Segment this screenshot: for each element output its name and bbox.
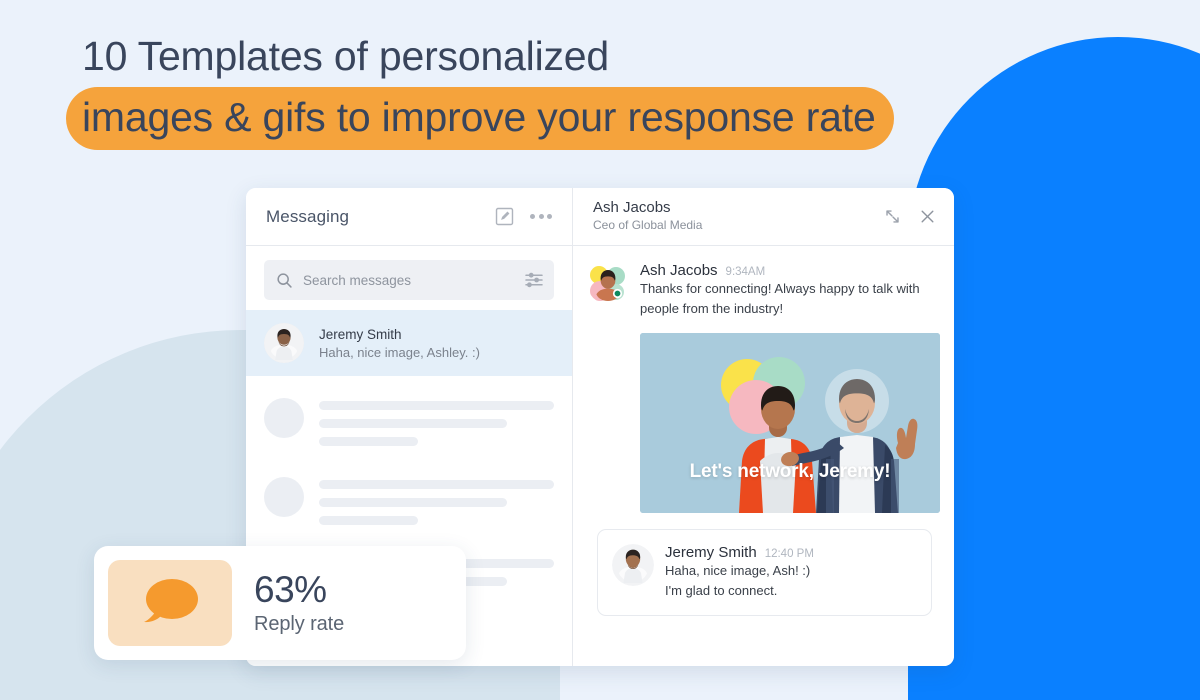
thread-panel: Ash Jacobs Ceo of Global Media Ash Jacob…	[573, 188, 954, 666]
shared-image-card[interactable]: Let's network, Jeremy!	[640, 332, 940, 513]
placeholder-lines	[319, 477, 554, 534]
thread-contact-name: Ash Jacobs	[593, 199, 671, 217]
message-texts: Ash Jacobs 9:34AM Thanks for connecting!…	[640, 262, 940, 319]
message-timestamp: 9:34AM	[725, 266, 766, 278]
conversation-item-jeremy-smith[interactable]: Jeremy Smith Haha, nice image, Ashley. :…	[246, 310, 572, 376]
message-author: Jeremy Smith	[665, 543, 757, 561]
search-icon	[276, 272, 293, 289]
conversation-texts: Jeremy Smith Haha, nice image, Ashley. :…	[319, 327, 554, 360]
more-horizontal-icon[interactable]	[530, 214, 552, 219]
avatar-ash-jacobs	[587, 262, 629, 304]
message-line: Thanks for connecting! Always happy to t…	[640, 281, 920, 296]
close-x-icon[interactable]	[919, 208, 936, 225]
message-ash-jacobs: Ash Jacobs 9:34AM Thanks for connecting!…	[587, 262, 940, 319]
search-row	[246, 246, 572, 310]
search-input[interactable]	[293, 272, 524, 288]
search-box[interactable]	[264, 260, 554, 300]
thread-body: Ash Jacobs 9:34AM Thanks for connecting!…	[573, 246, 954, 666]
messaging-header: Messaging	[246, 188, 572, 246]
message-name-row: Ash Jacobs 9:34AM	[640, 262, 940, 279]
expand-diagonal-icon[interactable]	[884, 208, 901, 225]
avatar-jeremy-smith	[264, 323, 304, 363]
reply-rate-icon-box	[108, 560, 232, 646]
reply-rate-texts: 63% Reply rate	[254, 571, 452, 636]
placeholder-lines	[319, 398, 554, 455]
shared-image-caption: Let's network, Jeremy!	[689, 460, 891, 482]
sliders-filter-icon[interactable]	[524, 271, 544, 289]
message-timestamp: 12:40 PM	[764, 547, 814, 560]
placeholder-avatar	[264, 477, 304, 517]
speech-bubble-icon	[139, 576, 201, 630]
reply-rate-card: 63% Reply rate	[94, 546, 466, 660]
message-name-row: Jeremy Smith 12:40 PM	[665, 544, 917, 561]
headline: 10 Templates of personalized images & gi…	[0, 36, 1100, 150]
placeholder-avatar	[264, 398, 304, 438]
message-texts: Jeremy Smith 12:40 PM Haha, nice image, …	[665, 544, 917, 601]
reply-rate-value: 63%	[254, 568, 327, 610]
message-author: Ash Jacobs	[640, 262, 718, 279]
thread-header: Ash Jacobs Ceo of Global Media	[573, 188, 954, 246]
compose-pencil-square-icon[interactable]	[495, 207, 514, 226]
conversation-name: Jeremy Smith	[319, 326, 402, 342]
message-jeremy-smith: Jeremy Smith 12:40 PM Haha, nice image, …	[597, 528, 932, 617]
avatar-jeremy-smith	[612, 543, 654, 586]
headline-line-1: 10 Templates of personalized	[82, 33, 609, 79]
thread-contact-subtitle: Ceo of Global Media	[593, 218, 703, 233]
reply-rate-label: Reply rate	[254, 612, 345, 635]
conversation-snippet: Haha, nice image, Ashley. :)	[319, 344, 480, 360]
message-line: I'm glad to connect.	[665, 582, 778, 598]
headline-line-2: images & gifs to improve your response r…	[82, 94, 876, 140]
list-item-placeholder	[246, 455, 572, 534]
list-item-placeholder	[246, 376, 572, 455]
message-line: Haha, nice image, Ash! :)	[665, 562, 811, 578]
message-line: people from the industry!	[640, 300, 784, 316]
headline-highlight-band: images & gifs to improve your response r…	[66, 87, 894, 150]
thread-header-texts: Ash Jacobs Ceo of Global Media	[593, 199, 866, 233]
messaging-title: Messaging	[266, 206, 350, 226]
